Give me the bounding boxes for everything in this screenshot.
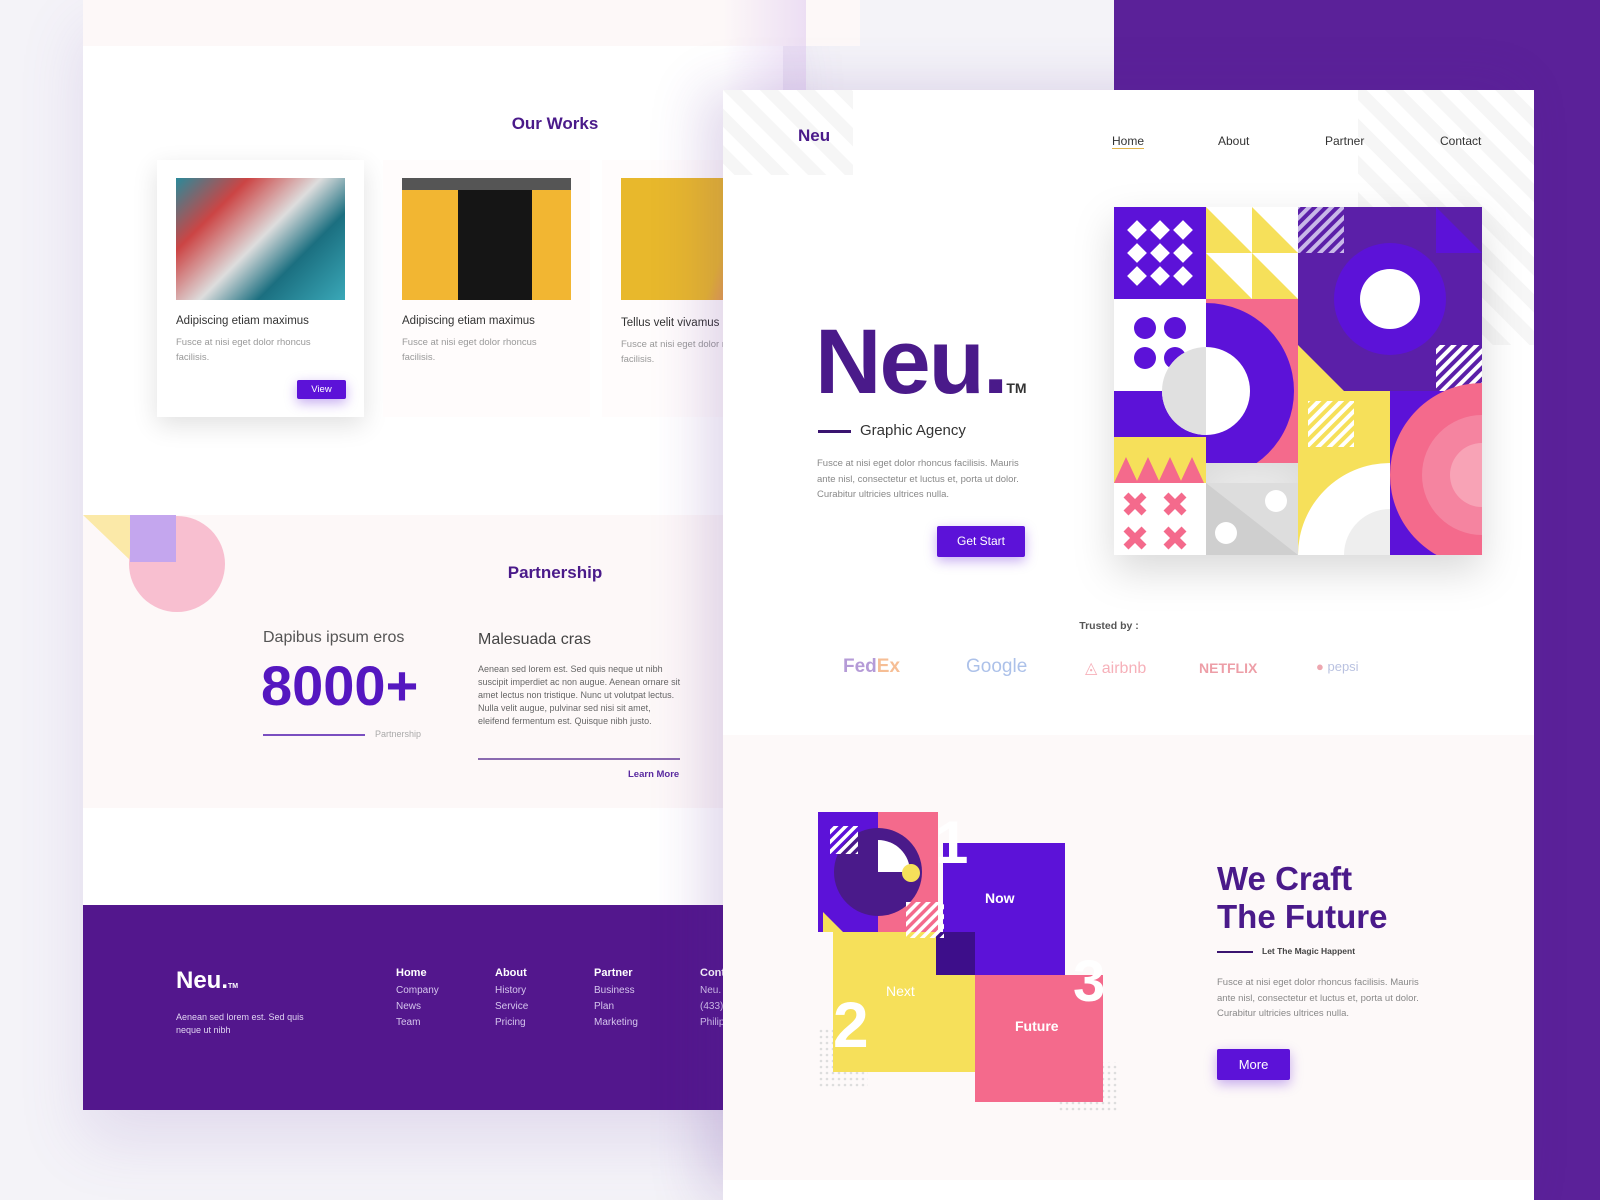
step-number: 1 [935, 809, 969, 876]
footer-tagline: Aenean sed lorem est. Sed quis neque ut … [176, 1012, 304, 1035]
footer-col-home: Home Company News Team [396, 967, 439, 1028]
card-title: Adipiscing etiam maximus [176, 315, 309, 327]
partnership-section: Partnership Dapibus ipsum eros 8000+ Par… [83, 515, 783, 808]
work-card[interactable]: Adipiscing etiam maximus Fusce at nisi e… [383, 160, 590, 417]
step-number: 2 [833, 989, 869, 1061]
step-label: Now [985, 890, 1015, 906]
hero-body: Fusce at nisi eget dolor rhoncus facilis… [817, 458, 1019, 500]
stat-caption: Partnership [375, 729, 422, 739]
nav-brand[interactable]: Neu [798, 126, 830, 146]
partner-body: Aenean sed lorem est. Sed quis neque ut … [478, 664, 681, 726]
partner-heading: Malesuada cras [478, 631, 591, 648]
decorative-shapes [83, 515, 225, 612]
fedex-logo: FedEx [843, 656, 901, 677]
card-title: Tellus velit vivamus [621, 317, 720, 329]
stat-label: Dapibus ipsum eros [263, 629, 405, 646]
pepsi-logo: ● pepsi [1316, 659, 1359, 674]
airbnb-icon: ◬ [1085, 660, 1098, 677]
view-button[interactable]: View [297, 380, 346, 399]
nav-partner[interactable]: Partner [1325, 134, 1364, 148]
hero-divider [818, 430, 851, 433]
pepsi-icon: ● [1316, 659, 1324, 674]
work-image [402, 178, 571, 300]
footer: Neu.TM Aenean sed lorem est. Sed quis ne… [83, 905, 783, 1110]
get-start-button[interactable]: Get Start [937, 526, 1025, 557]
card-desc: Fusce at nisi eget dolor rhoncus facilis… [176, 337, 311, 363]
hero-title: Neu.TM [815, 311, 1027, 413]
left-page-mockup: Our Works Adipiscing etiam maximus Fusce… [83, 0, 860, 1110]
steps-illustration [818, 812, 1118, 1112]
nav-about[interactable]: About [1218, 134, 1249, 148]
step-number: 3 [1073, 949, 1106, 1014]
craft-title: We Craft The Future [1217, 860, 1388, 935]
trusted-label: Trusted by : [1079, 620, 1139, 632]
footer-brand: Neu.TM [176, 967, 239, 994]
netflix-logo: NETFLIX [1199, 660, 1258, 676]
stat-divider [263, 734, 365, 736]
card-title: Adipiscing etiam maximus [402, 315, 535, 327]
hero-subtitle: Graphic Agency [860, 422, 966, 439]
right-page-mockup: Neu Home About Partner Contact Neu.TM Gr… [723, 90, 1534, 1200]
learn-more-link[interactable]: Learn More [628, 769, 679, 780]
footer-col-contact: Cont Neu. (433) Philip [700, 967, 726, 1028]
footer-col-about: About History Service Pricing [495, 967, 529, 1028]
card-desc: Fusce at nisi eget dolor rhoncus facilis… [402, 337, 537, 363]
craft-divider [1217, 951, 1253, 953]
more-button[interactable]: More [1217, 1049, 1290, 1080]
work-image [176, 178, 345, 300]
craft-body: Fusce at nisi eget dolor rhoncus facilis… [1217, 977, 1419, 1019]
airbnb-logo: ◬ airbnb [1085, 660, 1147, 677]
partner-divider [478, 758, 680, 760]
craft-section: 1 Now 2 Next 3 Future We Craft The Future… [723, 735, 1534, 1180]
nav-contact[interactable]: Contact [1440, 134, 1481, 148]
step-label: Future [1015, 1018, 1059, 1034]
footer-col-partner: Partner Business Plan Marketing [594, 967, 638, 1028]
craft-tagline: Let The Magic Happent [1262, 946, 1356, 956]
step-label: Next [886, 983, 915, 999]
google-logo: Google [966, 656, 1028, 677]
nav-home[interactable]: Home [1112, 134, 1145, 149]
stat-value: 8000+ [261, 654, 419, 717]
work-card[interactable]: Adipiscing etiam maximus Fusce at nisi e… [157, 160, 364, 417]
hero-geometric-mosaic [1114, 207, 1482, 555]
